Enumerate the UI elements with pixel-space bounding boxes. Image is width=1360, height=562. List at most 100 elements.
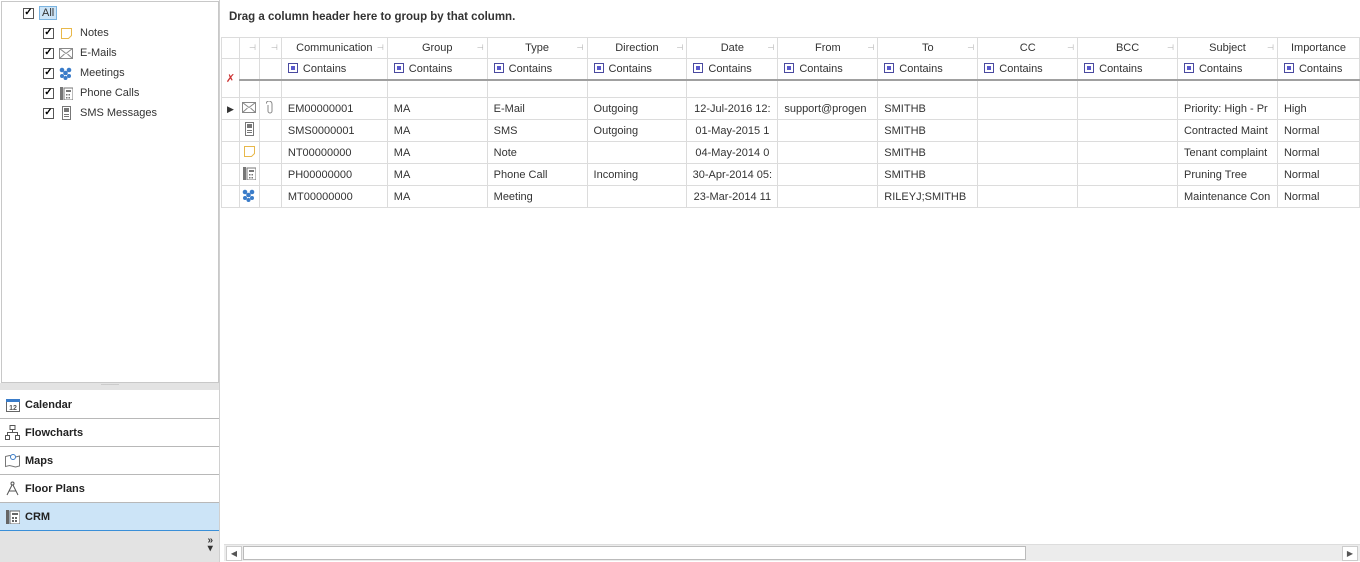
- cell-group[interactable]: MA: [386, 163, 488, 186]
- column-header-group[interactable]: Group ⊣: [386, 37, 488, 59]
- filter-operator-icon[interactable]: [984, 62, 995, 73]
- nav-item-maps[interactable]: Maps: [0, 447, 219, 475]
- column-header-cc[interactable]: CC ⊣: [977, 37, 1079, 59]
- cell-type[interactable]: Note: [486, 141, 588, 164]
- pin-icon[interactable]: ⊣: [377, 43, 384, 52]
- cell-direction[interactable]: Outgoing: [586, 97, 688, 120]
- filter-cell-communication[interactable]: Contains: [280, 58, 388, 81]
- filter-operator-icon[interactable]: [593, 62, 604, 73]
- cell-type[interactable]: E-Mail: [486, 97, 588, 120]
- checkbox[interactable]: ✓: [43, 27, 54, 39]
- cell-from[interactable]: support@progen: [777, 97, 879, 120]
- cell-date[interactable]: 04-May-2014 0: [686, 141, 779, 164]
- scroll-thumb[interactable]: [243, 546, 1026, 560]
- filter-operator-icon[interactable]: [693, 62, 704, 73]
- icon-column-header[interactable]: ⊣: [238, 37, 260, 59]
- cell-importance[interactable]: Normal: [1276, 185, 1360, 208]
- cell-bcc[interactable]: [1077, 119, 1178, 142]
- filter-cell-group[interactable]: Contains: [386, 58, 488, 81]
- cell-subject[interactable]: Priority: High - Pr: [1176, 97, 1278, 120]
- filter-operator-icon[interactable]: [784, 62, 795, 73]
- cell-communication[interactable]: NT00000000: [280, 141, 388, 164]
- horizontal-scrollbar[interactable]: ◀ ▶: [224, 544, 1360, 561]
- checkbox-all[interactable]: ✓: [23, 7, 34, 19]
- nav-item-crm[interactable]: CRM: [0, 503, 219, 531]
- tree-node[interactable]: ✓ Meetings: [43, 64, 125, 82]
- cell-importance[interactable]: High: [1276, 97, 1360, 120]
- cell-from[interactable]: [777, 185, 879, 208]
- filter-cell-bcc[interactable]: Contains: [1077, 58, 1178, 81]
- pin-icon[interactable]: ⊣: [967, 43, 974, 52]
- cell-group[interactable]: MA: [386, 97, 488, 120]
- column-header-type[interactable]: Type ⊣: [486, 37, 588, 59]
- tree-node-all[interactable]: ✓ All: [23, 4, 58, 22]
- nav-item-flowcharts[interactable]: Flowcharts: [0, 419, 219, 447]
- filter-cell-date[interactable]: Contains: [686, 58, 779, 81]
- cell-type[interactable]: Phone Call: [486, 163, 588, 186]
- cell-bcc[interactable]: [1077, 185, 1178, 208]
- filter-cell-from[interactable]: Contains: [777, 58, 879, 81]
- cell-group[interactable]: MA: [386, 141, 488, 164]
- nav-item-floor-plans[interactable]: Floor Plans: [0, 475, 219, 503]
- cell-direction[interactable]: Incoming: [586, 163, 688, 186]
- filter-operator-icon[interactable]: [1084, 62, 1095, 73]
- column-header-date[interactable]: Date ⊣: [686, 37, 779, 59]
- table-row[interactable]: SMS0000001 MA SMS Outgoing 01-May-2015 1 SMIT…: [221, 119, 1360, 142]
- attachment-column-header[interactable]: ⊣: [258, 37, 282, 59]
- filter-cell-direction[interactable]: Contains: [586, 58, 688, 81]
- cell-to[interactable]: RILEYJ;SMITHB: [877, 185, 979, 208]
- tree-node[interactable]: ✓ SMS Messages: [43, 104, 157, 122]
- column-header-importance[interactable]: Importance: [1276, 37, 1360, 59]
- checkbox[interactable]: ✓: [43, 47, 54, 59]
- cell-group[interactable]: MA: [386, 119, 488, 142]
- pin-icon[interactable]: ⊣: [249, 43, 256, 52]
- cell-cc[interactable]: [977, 97, 1079, 120]
- clear-filter-icon[interactable]: ✗: [221, 58, 240, 98]
- cell-importance[interactable]: Normal: [1276, 119, 1360, 142]
- filter-operator-icon[interactable]: [287, 62, 298, 73]
- cell-to[interactable]: SMITHB: [877, 97, 979, 120]
- cell-from[interactable]: [777, 141, 879, 164]
- cell-cc[interactable]: [977, 141, 1079, 164]
- pin-icon[interactable]: ⊣: [1267, 43, 1274, 52]
- checkbox[interactable]: ✓: [43, 87, 54, 99]
- cell-cc[interactable]: [977, 163, 1079, 186]
- checkbox[interactable]: ✓: [43, 107, 54, 119]
- cell-date[interactable]: 12-Jul-2016 12:: [686, 97, 779, 120]
- table-row[interactable]: NT00000000 MA Note 04-May-2014 0 SMITHB Tenan…: [221, 141, 1360, 164]
- cell-subject[interactable]: Pruning Tree: [1176, 163, 1278, 186]
- column-header-bcc[interactable]: BCC ⊣: [1077, 37, 1178, 59]
- cell-to[interactable]: SMITHB: [877, 119, 979, 142]
- table-row[interactable]: PH00000000 MA Phone Call Incoming 30-Apr-201…: [221, 163, 1360, 186]
- cell-from[interactable]: [777, 163, 879, 186]
- filter-operator-icon[interactable]: [884, 62, 895, 73]
- cell-to[interactable]: SMITHB: [877, 141, 979, 164]
- group-by-panel[interactable]: Drag a column header here to group by th…: [229, 11, 515, 23]
- filter-operator-icon[interactable]: [393, 62, 404, 73]
- column-header-from[interactable]: From ⊣: [777, 37, 879, 59]
- scroll-right-button[interactable]: ▶: [1342, 546, 1358, 561]
- filter-operator-icon[interactable]: [1183, 62, 1194, 73]
- filter-operator-icon[interactable]: [1283, 62, 1294, 73]
- cell-communication[interactable]: SMS0000001: [280, 119, 388, 142]
- cell-direction[interactable]: [586, 185, 688, 208]
- filter-cell-to[interactable]: Contains: [877, 58, 979, 81]
- cell-cc[interactable]: [977, 119, 1079, 142]
- cell-date[interactable]: 23-Mar-2014 11: [686, 185, 779, 208]
- expand-nav-button[interactable]: » ▾: [207, 536, 213, 554]
- cell-direction[interactable]: [586, 141, 688, 164]
- pin-icon[interactable]: ⊣: [577, 43, 584, 52]
- table-row[interactable]: MT00000000 MA Meeting 23-Mar-2014 11 RILEYJ;…: [221, 185, 1360, 208]
- pin-icon[interactable]: ⊣: [676, 43, 683, 52]
- nav-item-calendar[interactable]: 12 Calendar: [0, 391, 219, 419]
- cell-type[interactable]: Meeting: [486, 185, 588, 208]
- cell-importance[interactable]: Normal: [1276, 163, 1360, 186]
- pin-icon[interactable]: ⊣: [1167, 43, 1174, 52]
- new-row[interactable]: [222, 79, 1360, 98]
- cell-type[interactable]: SMS: [486, 119, 588, 142]
- filter-cell-cc[interactable]: Contains: [977, 58, 1079, 81]
- tree-node[interactable]: ✓ Notes: [43, 24, 109, 42]
- cell-from[interactable]: [777, 119, 879, 142]
- column-header-to[interactable]: To ⊣: [877, 37, 979, 59]
- filter-operator-icon[interactable]: [493, 62, 504, 73]
